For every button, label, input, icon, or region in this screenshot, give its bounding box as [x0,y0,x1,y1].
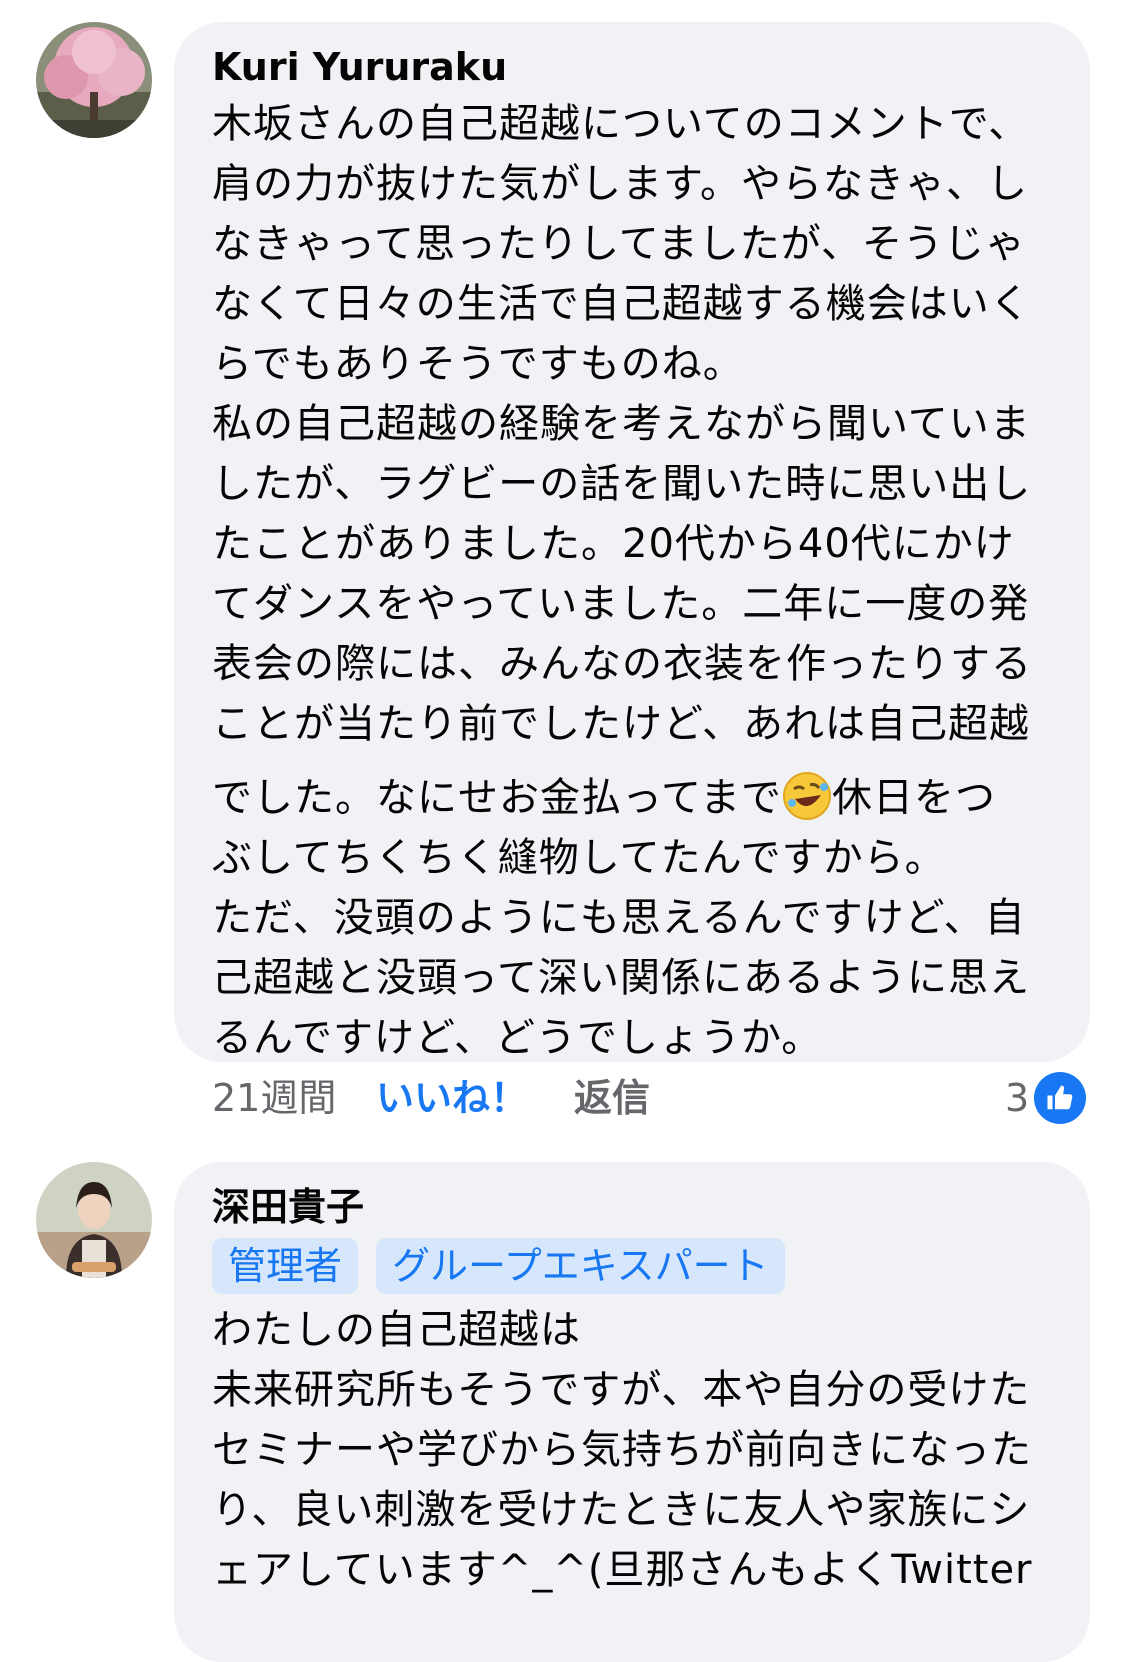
timestamp[interactable]: 21週間 [212,1068,336,1128]
avatar[interactable] [36,1162,152,1278]
text-line: るんですけど、どうでしょうか。 [212,1015,823,1061]
woman-portrait-photo [36,1162,152,1278]
text-line: でした。なにせお金払ってまで 休日をつ [212,768,1052,828]
text-line: 己超越と没頭って深い関係にあるように思え [212,955,1030,1001]
text-line: てダンスをやっていました。二年に一度の発 [212,581,1030,627]
text-segment: 休日をつ [832,775,996,821]
comment-actions: 21週間 いいね！ 返信 3 [212,1068,1092,1128]
text-line: したが、ラグビーの話を聞いた時に思い出し [212,461,1032,507]
comment-author[interactable]: Kuri Yururaku [212,40,1052,94]
admin-badge[interactable]: 管理者 [212,1238,359,1294]
badge-row: 管理者 グループエキスパート [212,1238,1052,1294]
text-line: 肩の力が抜けた気がします。やらなきゃ、し [212,161,1028,207]
text-line: ただ、没頭のようにも思えるんですけど、自 [212,895,1026,941]
text-line: 表会の際には、みんなの衣装を作ったりする [212,641,1032,687]
comment-bubble: 深田貴子 管理者 グループエキスパート わたしの自己超越は 未来研究所もそうです… [174,1162,1090,1662]
comment-author[interactable]: 深田貴子 [212,1180,1052,1234]
group-expert-badge[interactable]: グループエキスパート [376,1238,785,1294]
text-segment: でした。なにせお金払ってまで [212,775,782,821]
like-button[interactable]: いいね！ [376,1068,528,1128]
text-line: らでもありそうですものね。 [212,341,744,387]
text-line: わたしの自己超越は [212,1307,581,1353]
thumbs-up-icon[interactable] [1034,1072,1086,1124]
text-line: 木坂さんの自己超越についてのコメントで、 [212,101,1030,147]
text-line: なきゃって思ったりしてましたが、そうじゃ [212,221,1026,267]
avatar[interactable] [36,22,152,138]
comment-text: わたしの自己超越は 未来研究所もそうですが、本や自分の受けた セミナーや学びから… [212,1300,1052,1600]
reaction-count[interactable]: 3 [1005,1068,1029,1128]
text-line: ぶしてちくちく縫物してたんですから。 [212,835,946,881]
text-line: たことがありました。20代から40代にかけ [212,521,1015,567]
text-line: ェアしています^_^(旦那さんもよくTwitter [212,1547,1033,1593]
comment-text: 木坂さんの自己超越についてのコメントで、 肩の力が抜けた気がします。やらなきゃ、… [212,94,1052,1068]
text-line: セミナーや学びから気持ちが前向きになった [212,1427,1032,1473]
text-line: り、良い刺激を受けたときに友人や家族にシ [212,1487,1031,1533]
text-line: 私の自己超越の経験を考えながら聞いていま [212,401,1031,447]
rofl-emoji [782,771,832,821]
text-line: ことが当たり前でしたけど、あれは自己超越 [212,701,1030,747]
text-line: 未来研究所もそうですが、本や自分の受けた [212,1367,1031,1413]
cherry-blossom-photo [36,22,152,138]
comment-bubble: Kuri Yururaku 木坂さんの自己超越についてのコメントで、 肩の力が抜… [174,22,1090,1062]
text-line: なくて日々の生活で自己超越する機会はいく [212,281,1031,327]
reply-button[interactable]: 返信 [574,1068,650,1128]
